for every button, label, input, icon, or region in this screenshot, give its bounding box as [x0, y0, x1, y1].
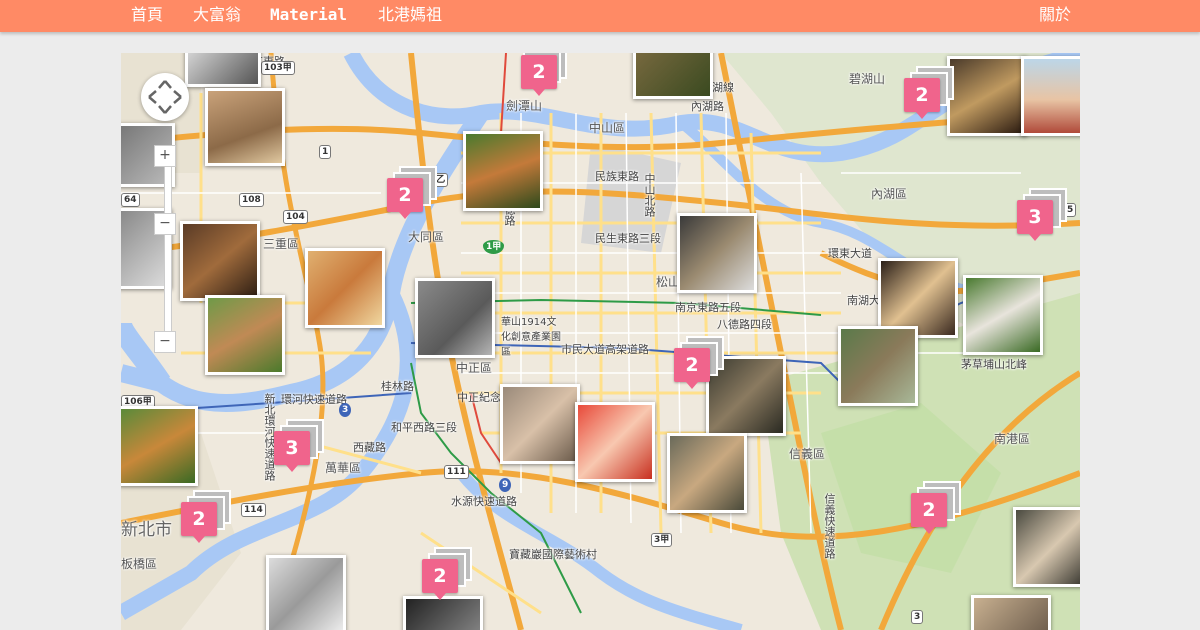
- photo-marker[interactable]: [838, 326, 918, 406]
- zoom-in-button[interactable]: +: [154, 145, 176, 167]
- nav-home[interactable]: 首頁: [131, 0, 163, 32]
- cluster-count: 2: [904, 78, 940, 119]
- zoom-slider-handle[interactable]: −: [154, 213, 176, 235]
- photo-marker[interactable]: [463, 131, 543, 211]
- route-shield: 1: [319, 145, 332, 159]
- cluster-marker[interactable]: 3: [999, 188, 1069, 250]
- cluster-marker[interactable]: 2: [886, 66, 956, 128]
- photo-marker[interactable]: [205, 88, 285, 166]
- cluster-marker[interactable]: 3: [256, 419, 326, 481]
- pan-control[interactable]: [141, 73, 189, 121]
- photo-marker[interactable]: [266, 555, 346, 630]
- photo-marker[interactable]: [1021, 56, 1080, 136]
- cluster-count: 3: [274, 431, 310, 472]
- cluster-marker[interactable]: 2: [503, 53, 573, 105]
- nav-material[interactable]: Material: [270, 0, 347, 32]
- zoom-slider-track[interactable]: [164, 166, 172, 333]
- zoom-out-button[interactable]: −: [154, 331, 176, 353]
- photo-marker[interactable]: [205, 295, 285, 375]
- cluster-count: 2: [387, 178, 423, 219]
- photo-marker[interactable]: [180, 221, 260, 301]
- route-shield: 114: [241, 503, 266, 517]
- cluster-marker[interactable]: 2: [893, 481, 963, 543]
- route-shield: 3: [911, 610, 924, 624]
- top-navbar: 首頁 大富翁 Material 北港媽祖 關於: [0, 0, 1200, 32]
- cluster-marker[interactable]: 2: [163, 490, 233, 552]
- photo-marker[interactable]: [500, 384, 580, 464]
- route-shield: 111: [444, 465, 469, 479]
- photo-map[interactable]: 中山區 內湖區 碧湖山 劍潭山 大同區 松山 三重區 中正區 華山1914文化創…: [121, 53, 1080, 630]
- photo-marker[interactable]: [121, 406, 198, 486]
- photo-marker[interactable]: [575, 402, 655, 482]
- photo-marker[interactable]: [947, 56, 1027, 136]
- photo-marker[interactable]: [1013, 507, 1080, 587]
- photo-marker[interactable]: [971, 595, 1051, 630]
- cluster-count: 2: [674, 348, 710, 389]
- cluster-marker[interactable]: 2: [656, 336, 726, 398]
- nav-beigang-mazu[interactable]: 北港媽祖: [378, 0, 442, 32]
- route-shield: 108: [239, 193, 264, 207]
- photo-marker[interactable]: [963, 275, 1043, 355]
- cluster-marker[interactable]: 2: [404, 547, 474, 609]
- nav-about[interactable]: 關於: [1039, 0, 1071, 32]
- cluster-count: 2: [521, 55, 557, 96]
- nav-monopoly[interactable]: 大富翁: [193, 0, 241, 32]
- cluster-count: 2: [911, 493, 947, 534]
- photo-marker[interactable]: [185, 53, 261, 87]
- cluster-count: 3: [1017, 200, 1053, 241]
- photo-marker[interactable]: [305, 248, 385, 328]
- route-shield: 64: [121, 193, 140, 207]
- photo-marker[interactable]: [677, 213, 757, 293]
- cluster-count: 2: [422, 559, 458, 600]
- pan-arrows-icon: [148, 80, 182, 114]
- cluster-marker[interactable]: 2: [369, 166, 439, 228]
- cluster-count: 2: [181, 502, 217, 543]
- route-shield: 103甲: [261, 61, 295, 75]
- route-shield: 104: [283, 210, 308, 224]
- route-shield: 3甲: [651, 533, 673, 547]
- photo-marker[interactable]: [667, 433, 747, 513]
- photo-marker[interactable]: [415, 278, 495, 358]
- photo-marker[interactable]: [633, 53, 713, 99]
